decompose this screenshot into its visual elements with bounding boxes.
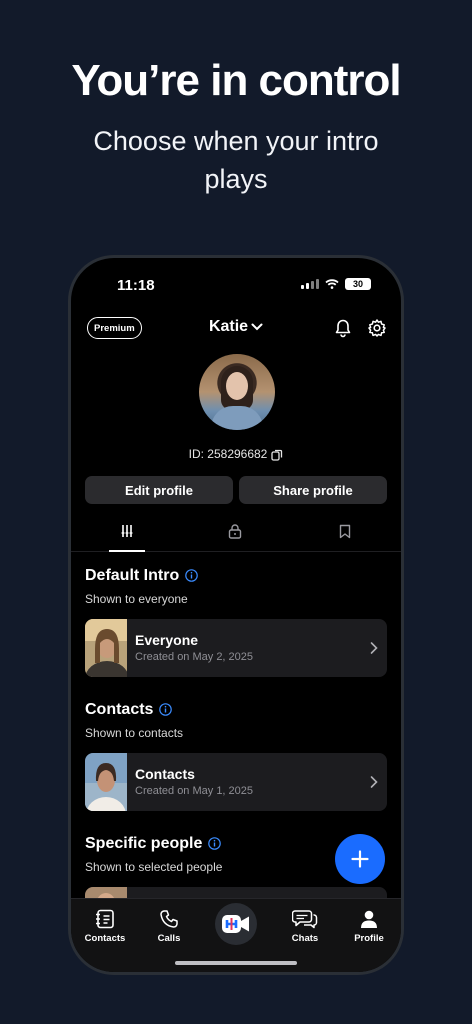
nav-contacts[interactable]: Contacts <box>77 909 133 944</box>
intros-icon <box>121 525 133 537</box>
info-icon[interactable] <box>185 569 199 583</box>
nav-label: Calls <box>157 933 181 944</box>
video-logo-icon <box>222 915 249 933</box>
section-subtitle: Shown to everyone <box>85 592 188 606</box>
copy-icon[interactable] <box>271 449 283 461</box>
chat-icon <box>292 910 318 929</box>
bell-icon[interactable] <box>333 318 353 338</box>
share-profile-button[interactable]: Share profile <box>239 476 387 504</box>
card-title: Everyone <box>135 632 199 648</box>
add-intro-button[interactable] <box>335 834 385 884</box>
bottom-nav: Contacts Calls Chats Profile <box>71 898 401 972</box>
card-title: Contacts <box>135 766 195 782</box>
chevron-down-icon <box>251 323 263 331</box>
avatar[interactable] <box>199 354 275 430</box>
signal-icon <box>301 279 319 289</box>
promo-headline: You’re in control <box>71 56 401 105</box>
section-title: Specific people <box>85 835 222 853</box>
nav-video-intro[interactable] <box>215 903 257 945</box>
nav-label: Contacts <box>84 933 126 944</box>
nav-profile[interactable]: Profile <box>341 909 397 944</box>
plus-icon <box>351 850 369 868</box>
bookmark-icon <box>339 524 351 539</box>
home-indicator[interactable] <box>175 961 297 965</box>
card-date: Created on May 1, 2025 <box>135 785 254 797</box>
edit-profile-button[interactable]: Edit profile <box>85 476 233 504</box>
promo-page: You’re in control Choose when your intro… <box>0 0 472 1024</box>
gear-icon[interactable] <box>367 318 387 338</box>
wifi-icon <box>325 279 339 289</box>
status-icons: 30 <box>301 278 371 290</box>
nav-label: Chats <box>291 933 319 944</box>
person-icon <box>361 910 377 928</box>
info-icon[interactable] <box>208 837 222 851</box>
tab-saved[interactable] <box>327 524 363 552</box>
section-subtitle: Shown to selected people <box>85 860 223 874</box>
phone-screen: 11:18 30 Premium Katie ID: 258296682 Edi… <box>71 258 401 972</box>
profile-tabs <box>71 520 401 552</box>
intro-card-everyone[interactable]: Everyone Created on May 2, 2025 <box>85 619 387 677</box>
username-label: Katie <box>208 318 249 335</box>
contacts-icon <box>96 909 114 929</box>
phone-frame: 11:18 30 Premium Katie ID: 258296682 Edi… <box>68 255 404 975</box>
nav-label: Profile <box>354 933 384 944</box>
info-icon[interactable] <box>159 703 173 717</box>
premium-badge[interactable]: Premium <box>87 317 142 339</box>
tab-intros[interactable] <box>109 524 145 552</box>
nav-calls[interactable]: Calls <box>141 909 197 944</box>
card-date: Created on May 2, 2025 <box>135 651 254 663</box>
chevron-right-icon <box>370 776 378 788</box>
lock-icon <box>228 524 242 539</box>
status-time: 11:18 <box>117 277 155 294</box>
section-subtitle: Shown to contacts <box>85 726 184 740</box>
phone-icon <box>160 910 178 928</box>
user-id-text: ID: 258296682 <box>188 447 268 461</box>
intro-card-contacts[interactable]: Contacts Created on May 1, 2025 <box>85 753 387 811</box>
intro-thumbnail <box>85 753 127 811</box>
section-title: Contacts <box>85 701 173 719</box>
section-title: Default Intro <box>85 567 199 585</box>
battery-icon: 30 <box>345 278 371 290</box>
chevron-right-icon <box>370 642 378 654</box>
profile-header: Premium Katie <box>85 316 387 342</box>
intro-thumbnail <box>85 619 127 677</box>
user-id: ID: 258296682 <box>71 447 401 461</box>
tab-private[interactable] <box>217 524 253 552</box>
nav-chats[interactable]: Chats <box>277 909 333 944</box>
promo-subline: Choose when your intro plays <box>93 126 379 194</box>
